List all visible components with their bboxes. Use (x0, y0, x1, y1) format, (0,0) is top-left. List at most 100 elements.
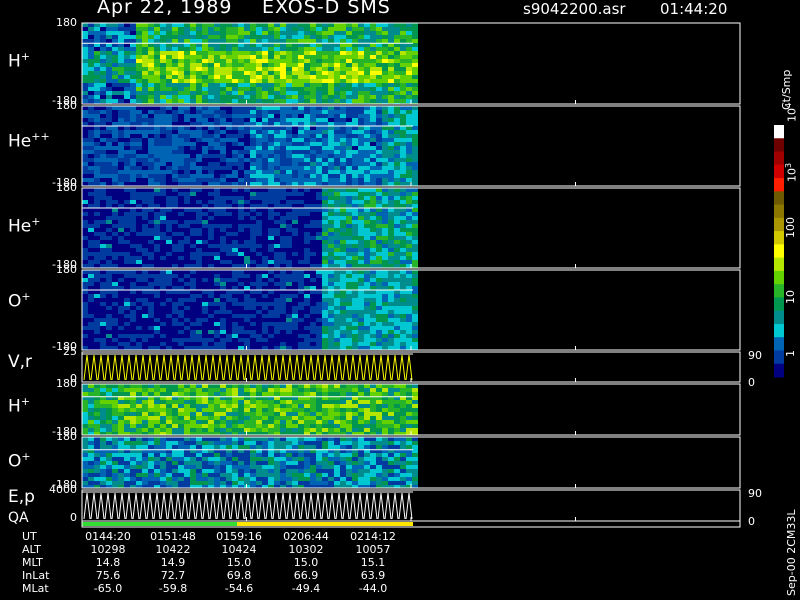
he-plus-cell (280, 200, 286, 204)
o-plus-cell (352, 302, 358, 306)
vr-trace (139, 354, 147, 381)
h-plus-cell (412, 75, 418, 79)
h-plus-2-cell (166, 400, 172, 404)
h-plus-cell (286, 63, 292, 67)
he-plus-cell (412, 216, 418, 220)
h-plus-cell (244, 39, 250, 43)
o-plus-cell (148, 286, 154, 290)
o-plus-cell (340, 334, 346, 338)
he-plus-plus-cell (142, 170, 148, 174)
o-plus-cell (400, 334, 406, 338)
h-plus-cell (256, 99, 262, 103)
he-plus-plus-cell (148, 114, 154, 118)
he-plus-cell (406, 228, 412, 232)
o-plus-cell (382, 314, 388, 318)
he-plus-cell (196, 220, 202, 224)
h-plus-cell (124, 95, 130, 99)
vr-trace (216, 354, 224, 381)
o-plus-cell (304, 318, 310, 322)
he-plus-cell (94, 232, 100, 236)
h-plus-2-cell (148, 388, 154, 392)
he-plus-plus-cell (154, 162, 160, 166)
he-plus-plus-cell (238, 126, 244, 130)
o-plus-cell (244, 282, 250, 286)
he-plus-plus-cell (208, 130, 214, 134)
he-plus-cell (376, 240, 382, 244)
h-plus-cell (190, 23, 196, 27)
he-plus-cell (274, 212, 280, 216)
he-plus-plus-cell (112, 134, 118, 138)
o-plus-cell (394, 318, 400, 322)
o-plus-cell (274, 294, 280, 298)
o-plus-cell (382, 302, 388, 306)
he-plus-cell (160, 204, 166, 208)
he-plus-cell (130, 204, 136, 208)
he-plus-plus-cell (412, 126, 418, 130)
he-plus-cell (130, 232, 136, 236)
h-plus-cell (88, 59, 94, 63)
h-plus-cell (166, 99, 172, 103)
he-plus-plus-cell (310, 138, 316, 142)
he-plus-plus-cell (358, 158, 364, 162)
h-plus-2-cell (154, 420, 160, 424)
o-plus-cell (88, 274, 94, 278)
he-plus-plus-cell (412, 158, 418, 162)
vr-trace (293, 354, 301, 381)
o-plus-cell (214, 346, 220, 350)
h-plus-cell (226, 47, 232, 51)
he-plus-plus-cell (196, 114, 202, 118)
o-plus-cell (328, 330, 334, 334)
h-plus-cell (172, 71, 178, 75)
h-plus-cell (166, 95, 172, 99)
he-plus-plus-cell (154, 118, 160, 122)
he-plus-cell (400, 216, 406, 220)
h-plus-cell (94, 91, 100, 95)
h-plus-cell (100, 67, 106, 71)
h-plus-cell (190, 59, 196, 63)
he-plus-plus-cell (394, 142, 400, 146)
o-plus-cell (406, 342, 412, 346)
he-plus-plus-cell (370, 174, 376, 178)
he-plus-plus-cell (244, 158, 250, 162)
he-plus-plus-cell (268, 182, 274, 186)
he-plus-plus-cell (340, 170, 346, 174)
he-plus-plus-cell (94, 134, 100, 138)
o-plus-cell (106, 286, 112, 290)
h-plus-cell (412, 79, 418, 83)
he-plus-plus-cell (94, 174, 100, 178)
o-plus-cell (244, 338, 250, 342)
o-plus-cell (280, 314, 286, 318)
he-plus-cell (172, 244, 178, 248)
h-plus-cell (130, 55, 136, 59)
h-plus-cell (196, 59, 202, 63)
h-plus-cell (166, 47, 172, 51)
he-plus-plus-cell (304, 162, 310, 166)
he-plus-cell (130, 220, 136, 224)
o-plus-cell (190, 326, 196, 330)
h-plus-cell (214, 39, 220, 43)
he-plus-cell (388, 248, 394, 252)
h-plus-cell (304, 47, 310, 51)
he-plus-cell (256, 232, 262, 236)
h-plus-cell (160, 59, 166, 63)
he-plus-plus-cell (358, 126, 364, 130)
he-plus-plus-cell (388, 110, 394, 114)
he-plus-plus-cell (250, 182, 256, 186)
o-plus-cell (238, 290, 244, 294)
o-plus-cell (376, 278, 382, 282)
he-plus-cell (106, 212, 112, 216)
he-plus-cell (382, 224, 388, 228)
he-plus-cell (118, 216, 124, 220)
he-plus-cell (220, 264, 226, 268)
he-plus-cell (250, 192, 256, 196)
h-plus-cell (94, 39, 100, 43)
he-plus-cell (394, 216, 400, 220)
h-plus-cell (364, 83, 370, 87)
h-plus-cell (340, 87, 346, 91)
he-plus-cell (196, 264, 202, 268)
o-plus-cell (352, 326, 358, 330)
he-plus-plus-cell (370, 162, 376, 166)
o-plus-cell (184, 290, 190, 294)
h-plus-cell (148, 75, 154, 79)
he-plus-cell (250, 216, 256, 220)
